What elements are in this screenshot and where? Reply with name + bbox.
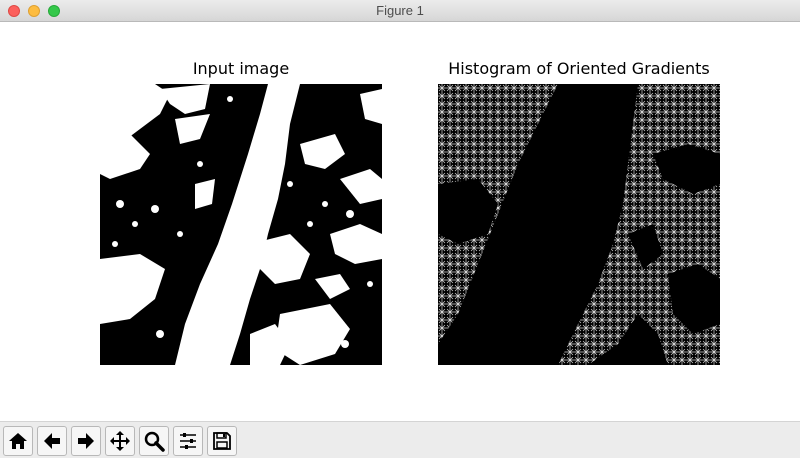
- move-icon: [110, 431, 130, 451]
- configure-subplots-button[interactable]: [173, 426, 203, 456]
- home-icon: [9, 433, 27, 449]
- navigation-toolbar: [0, 421, 800, 458]
- window-titlebar: Figure 1: [0, 0, 800, 22]
- input-image: [100, 84, 382, 365]
- save-figure-button[interactable]: [207, 426, 237, 456]
- back-button[interactable]: [37, 426, 67, 456]
- magnifier-icon: [144, 431, 165, 452]
- zoom-button[interactable]: [139, 426, 169, 456]
- figure-canvas: Input image Histogram of Oriented Gradie…: [0, 22, 800, 421]
- input-image-graphic: [100, 84, 382, 365]
- hog-image-graphic: [438, 84, 720, 365]
- forward-button[interactable]: [71, 426, 101, 456]
- home-button[interactable]: [3, 426, 33, 456]
- input-image-title: Input image: [192, 59, 290, 78]
- hog-image: [438, 84, 720, 365]
- hog-image-title: Histogram of Oriented Gradients: [448, 59, 710, 78]
- arrow-left-icon: [44, 433, 60, 449]
- pan-button[interactable]: [105, 426, 135, 456]
- sliders-icon: [180, 433, 196, 449]
- floppy-disk-icon: [213, 432, 231, 450]
- window-title: Figure 1: [376, 3, 424, 18]
- arrow-right-icon: [78, 433, 94, 449]
